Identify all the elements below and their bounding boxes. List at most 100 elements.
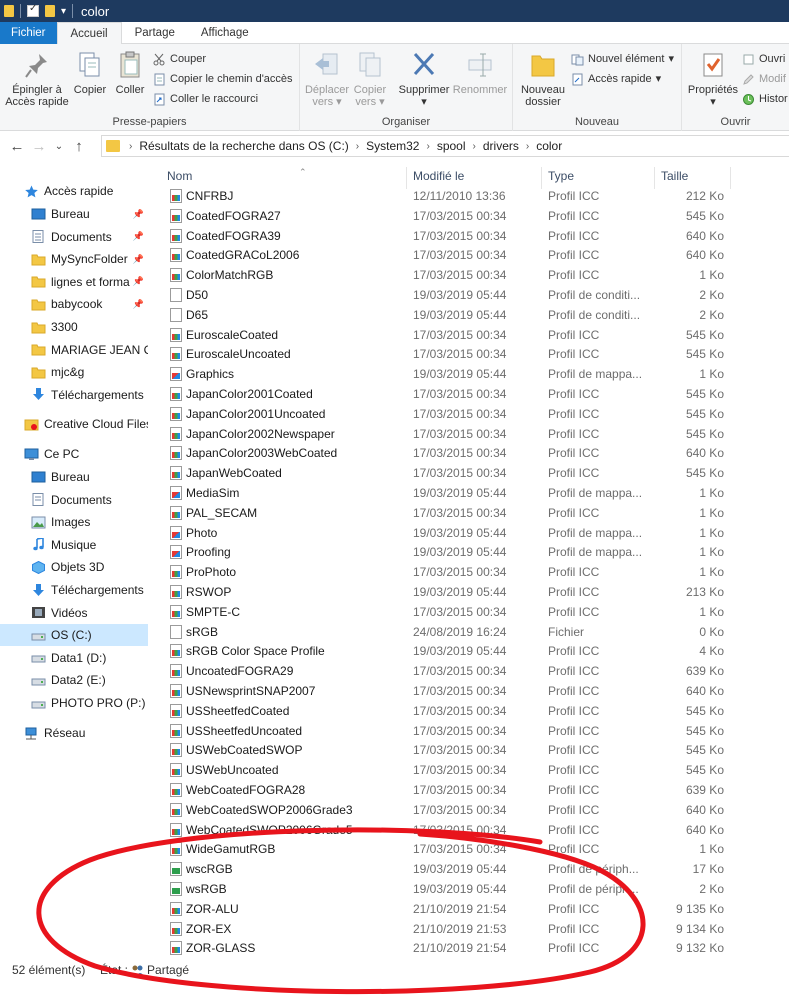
nav-pc-item[interactable]: Bureau: [0, 466, 148, 488]
nav-pc-item[interactable]: Data2 (E:): [0, 669, 148, 691]
nav-pc-item[interactable]: Documents: [0, 489, 148, 511]
pin-icon[interactable]: 📌: [133, 276, 144, 287]
copy-path-button[interactable]: Copier le chemin d'accès: [153, 70, 293, 88]
pin-quick-access-button[interactable]: Épingler à Accès rapide: [4, 50, 70, 108]
file-row[interactable]: USWebCoatedSWOP 17/03/2015 00:34 Profil IC…: [164, 740, 734, 760]
file-row[interactable]: D65 19/03/2019 05:44 Profil de conditi... 2…: [164, 305, 734, 325]
file-row[interactable]: ZOR-EX 21/10/2019 21:53 Profil ICC 9 134 Ko: [164, 919, 734, 939]
chevron-right-icon[interactable]: ›: [126, 141, 135, 152]
file-row[interactable]: JapanColor2001Coated 17/03/2015 00:34 Prof…: [164, 384, 734, 404]
file-row[interactable]: sRGB 24/08/2019 16:24 Fichier 0 Ko: [164, 622, 734, 642]
forward-arrow-icon[interactable]: →: [28, 138, 50, 155]
chevron-down-icon[interactable]: ▾: [61, 6, 66, 17]
nav-pc-item[interactable]: Objets 3D: [0, 556, 148, 578]
nav-quick-item[interactable]: Téléchargements: [0, 384, 148, 406]
nav-quick-item[interactable]: Documents 📌: [0, 226, 148, 248]
nav-quick-item[interactable]: lignes et forma 📌: [0, 271, 148, 293]
pin-icon[interactable]: 📌: [133, 299, 144, 310]
nav-this-pc[interactable]: Ce PC: [0, 443, 148, 465]
open-button[interactable]: Ouvri: [742, 50, 785, 68]
nav-quick-access[interactable]: Accès rapide: [0, 180, 148, 202]
nav-quick-item[interactable]: MARIAGE JEAN CI: [0, 339, 148, 361]
file-row[interactable]: USSheetfedUncoated 17/03/2015 00:34 Profil…: [164, 721, 734, 741]
nav-network[interactable]: Réseau: [0, 722, 148, 744]
file-row[interactable]: PAL_SECAM 17/03/2015 00:34 Profil ICC 1 Ko: [164, 503, 734, 523]
breadcrumb-search-results[interactable]: Résultats de la recherche dans OS (C:): [135, 139, 352, 153]
file-row[interactable]: EuroscaleCoated 17/03/2015 00:34 Profil IC…: [164, 325, 734, 345]
address-bar[interactable]: › Résultats de la recherche dans OS (C:)…: [101, 135, 789, 157]
tab-fichier[interactable]: Fichier: [0, 22, 57, 44]
file-row[interactable]: JapanWebCoated 17/03/2015 00:34 Profil ICC…: [164, 463, 734, 483]
file-row[interactable]: ProPhoto 17/03/2015 00:34 Profil ICC 1 Ko: [164, 562, 734, 582]
nav-quick-item[interactable]: babycook 📌: [0, 293, 148, 315]
paste-shortcut-button[interactable]: Coller le raccourci: [153, 90, 258, 108]
column-header-size[interactable]: Taille: [661, 169, 688, 183]
file-row[interactable]: WebCoatedSWOP2006Grade5 17/03/2015 00:34 P…: [164, 820, 734, 840]
column-header-name[interactable]: Nom ⌃: [167, 167, 307, 183]
rename-button[interactable]: Renommer: [452, 50, 508, 96]
nav-pc-item[interactable]: OS (C:): [0, 624, 148, 647]
move-to-button[interactable]: Déplacer vers ▾: [304, 50, 350, 108]
back-arrow-icon[interactable]: ←: [6, 138, 28, 155]
file-row[interactable]: CNFRBJ 12/11/2010 13:36 Profil ICC 212 Ko: [164, 186, 734, 206]
file-row[interactable]: JapanColor2001Uncoated 17/03/2015 00:34 Pr…: [164, 404, 734, 424]
pin-icon[interactable]: 📌: [133, 254, 144, 265]
column-header-type[interactable]: Type: [548, 169, 574, 183]
new-item-button[interactable]: Nouvel élément ▾: [571, 50, 674, 68]
file-row[interactable]: CoatedFOGRA27 17/03/2015 00:34 Profil ICC 5…: [164, 206, 734, 226]
history-button[interactable]: Histor: [742, 90, 788, 108]
up-arrow-icon[interactable]: ↑: [68, 138, 90, 155]
file-row[interactable]: CoatedGRACoL2006 17/03/2015 00:34 Profil I…: [164, 245, 734, 265]
chevron-right-icon[interactable]: ›: [353, 141, 362, 152]
file-row[interactable]: EuroscaleUncoated 17/03/2015 00:34 Profil …: [164, 344, 734, 364]
nav-quick-item[interactable]: mjc&g: [0, 361, 148, 383]
chevron-right-icon[interactable]: ›: [470, 141, 479, 152]
column-header-modified[interactable]: Modifié le: [413, 169, 464, 183]
file-row[interactable]: WideGamutRGB 17/03/2015 00:34 Profil ICC 1 …: [164, 839, 734, 859]
breadcrumb-drivers[interactable]: drivers: [479, 139, 523, 153]
file-row[interactable]: CoatedFOGRA39 17/03/2015 00:34 Profil ICC 6…: [164, 226, 734, 246]
new-folder-quick-icon[interactable]: [45, 5, 55, 17]
nav-pc-item[interactable]: Vidéos: [0, 602, 148, 624]
chevron-right-icon[interactable]: ›: [523, 141, 532, 152]
file-row[interactable]: ColorMatchRGB 17/03/2015 00:34 Profil ICC 1…: [164, 265, 734, 285]
file-row[interactable]: USNewsprintSNAP2007 17/03/2015 00:34 Profi…: [164, 681, 734, 701]
file-row[interactable]: Graphics 19/03/2019 05:44 Profil de mappa.…: [164, 364, 734, 384]
file-row[interactable]: Proofing 19/03/2019 05:44 Profil de mappa.…: [164, 542, 734, 562]
file-row[interactable]: ZOR-ALU 21/10/2019 21:54 Profil ICC 9 135 K…: [164, 899, 734, 919]
file-row[interactable]: USWebUncoated 17/03/2015 00:34 Profil ICC 5…: [164, 760, 734, 780]
file-row[interactable]: JapanColor2003WebCoated 17/03/2015 00:34 P…: [164, 443, 734, 463]
pin-icon[interactable]: 📌: [133, 209, 144, 220]
chevron-right-icon[interactable]: ›: [423, 141, 432, 152]
nav-quick-item[interactable]: Bureau 📌: [0, 203, 148, 225]
file-row[interactable]: RSWOP 19/03/2019 05:44 Profil ICC 213 Ko: [164, 582, 734, 602]
tab-partage[interactable]: Partage: [122, 22, 188, 44]
file-row[interactable]: D50 19/03/2019 05:44 Profil de conditi... 2…: [164, 285, 734, 305]
new-folder-button[interactable]: Nouveau dossier: [517, 50, 569, 108]
nav-creative-cloud[interactable]: Creative Cloud Files: [0, 413, 148, 435]
file-row[interactable]: JapanColor2002Newspaper 17/03/2015 00:34 P…: [164, 424, 734, 444]
easy-access-button[interactable]: Accès rapide ▾: [571, 70, 661, 88]
file-row[interactable]: WebCoatedFOGRA28 17/03/2015 00:34 Profil I…: [164, 780, 734, 800]
pin-icon[interactable]: 📌: [133, 231, 144, 242]
nav-pc-item[interactable]: Images: [0, 511, 148, 533]
file-row[interactable]: MediaSim 19/03/2019 05:44 Profil de mappa.…: [164, 483, 734, 503]
paste-button[interactable]: Coller: [112, 50, 148, 96]
file-row[interactable]: WebCoatedSWOP2006Grade3 17/03/2015 00:34 P…: [164, 800, 734, 820]
nav-pc-item[interactable]: Téléchargements: [0, 579, 148, 601]
nav-pc-item[interactable]: Musique: [0, 534, 148, 556]
file-row[interactable]: wscRGB 19/03/2019 05:44 Profil de périph..…: [164, 859, 734, 879]
breadcrumb-system32[interactable]: System32: [362, 139, 423, 153]
nav-pc-item[interactable]: PHOTO PRO (P:): [0, 692, 148, 714]
recent-locations-chevron-icon[interactable]: ⌄: [50, 141, 68, 152]
breadcrumb-spool[interactable]: spool: [433, 139, 470, 153]
file-row[interactable]: UncoatedFOGRA29 17/03/2015 00:34 Profil IC…: [164, 661, 734, 681]
tab-accueil[interactable]: Accueil: [56, 22, 122, 45]
breadcrumb-color[interactable]: color: [532, 139, 566, 153]
properties-quick-icon[interactable]: [27, 3, 39, 17]
file-row[interactable]: wsRGB 19/03/2019 05:44 Profil de périph...…: [164, 879, 734, 899]
delete-button[interactable]: Supprimer ▾: [398, 50, 450, 108]
tab-affichage[interactable]: Affichage: [188, 22, 262, 44]
cut-button[interactable]: Couper: [153, 50, 206, 68]
file-row[interactable]: SMPTE-C 17/03/2015 00:34 Profil ICC 1 Ko: [164, 602, 734, 622]
